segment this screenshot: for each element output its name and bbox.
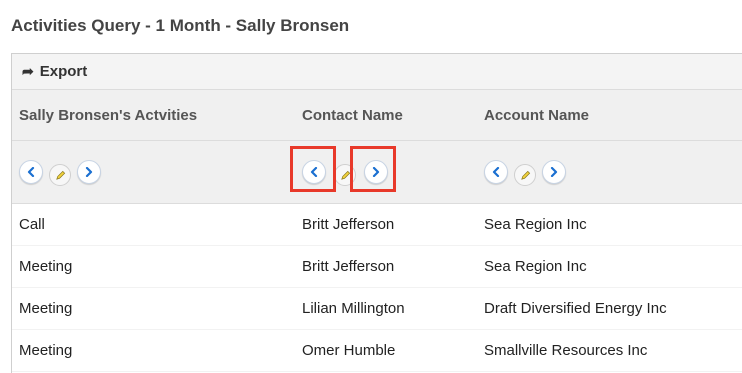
report-panel: ➦ Export Sally Bronsen's Actvities Conta…	[11, 53, 742, 373]
column-header-contact-name[interactable]: Contact Name	[292, 107, 474, 124]
edit-column-button[interactable]	[514, 164, 536, 186]
pencil-icon	[340, 170, 350, 180]
chevron-left-icon	[27, 167, 35, 177]
cell-account-name: Sea Region Inc	[484, 258, 587, 275]
cell-contact-name: Britt Jefferson	[302, 216, 395, 233]
cell-contact-name: Omer Humble	[302, 342, 396, 359]
cell-account-name: Draft Diversified Energy Inc	[484, 300, 667, 317]
export-link[interactable]: Export	[40, 63, 88, 80]
table-row: Meeting Britt Jefferson Sea Region Inc	[12, 246, 742, 288]
pencil-icon	[520, 170, 530, 180]
cell-contact-name: Britt Jefferson	[302, 258, 395, 275]
chevron-right-icon	[550, 167, 558, 177]
chevron-left-icon	[492, 167, 500, 177]
column-header-activities[interactable]: Sally Bronsen's Actvities	[12, 107, 292, 124]
move-left-button[interactable]	[19, 160, 43, 184]
cell-activity: Meeting	[19, 300, 73, 317]
pencil-icon	[55, 170, 65, 180]
move-right-button[interactable]	[542, 160, 566, 184]
cell-activity: Meeting	[19, 342, 73, 359]
table-header: Sally Bronsen's Actvities Contact Name A…	[12, 90, 742, 141]
column-controls-contact-name	[290, 146, 474, 192]
cell-activity: Call	[19, 216, 45, 233]
export-arrow-icon: ➦	[22, 63, 34, 79]
table-row: Meeting Lilian Millington Draft Diversif…	[12, 288, 742, 330]
cell-activity: Meeting	[19, 258, 73, 275]
table-row: Call Britt Jefferson Sea Region Inc	[12, 204, 742, 246]
cell-account-name: Sea Region Inc	[484, 216, 587, 233]
table-row: Meeting Omer Humble Smallville Resources…	[12, 330, 742, 372]
export-bar: ➦ Export	[12, 54, 742, 90]
column-header-account-name[interactable]: Account Name	[474, 107, 742, 124]
move-left-button[interactable]	[484, 160, 508, 184]
column-controls-activities	[19, 158, 292, 186]
highlight-box-left	[290, 146, 336, 192]
column-controls-account-name	[484, 158, 742, 186]
cell-account-name: Smallville Resources Inc	[484, 342, 648, 359]
chevron-right-icon	[85, 167, 93, 177]
highlight-box-right	[350, 146, 396, 192]
edit-column-button[interactable]	[49, 164, 71, 186]
column-controls-row	[12, 141, 742, 204]
page-title: Activities Query - 1 Month - Sally Brons…	[11, 16, 350, 35]
cell-contact-name: Lilian Millington	[302, 300, 405, 317]
move-right-button[interactable]	[77, 160, 101, 184]
